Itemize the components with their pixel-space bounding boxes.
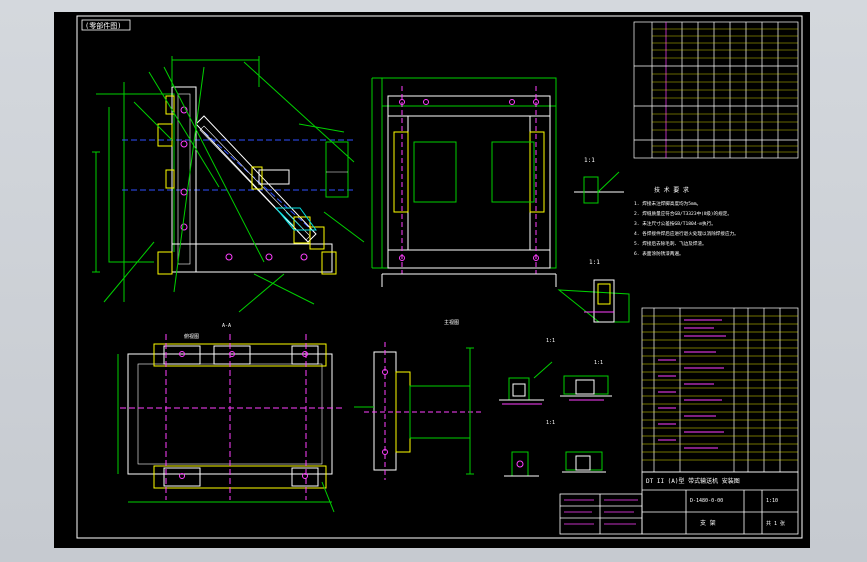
title-block-sheet: 共 1 张	[766, 520, 785, 527]
view-label-mid: 主视图	[444, 319, 459, 326]
drawing-canvas: (零部件图) 1:1 技 术 要 求 1. 焊接未注焊脚高度均为5mm。 2. …	[76, 15, 803, 539]
tech-req-line: 5. 焊接后去除毛刺、飞边及焊渣。	[634, 240, 707, 247]
view-label-left: A-A	[222, 323, 231, 329]
spec-table-top-rows	[652, 28, 798, 153]
tech-req-line: 2. 焊缝质量应符合GB/T3323中(Ⅱ级)的规定。	[634, 210, 732, 217]
detail-label-3: 1:1	[546, 338, 555, 344]
detail-label-2: 1:1	[589, 259, 600, 266]
tech-req-line: 3. 未注尺寸公差按GB/T1804-m执行。	[634, 220, 716, 227]
tech-req-line: 4. 各焊接件焊后应进行退火处理以消除焊接应力。	[634, 230, 739, 237]
tech-requirements: 技 术 要 求 1. 焊接未注焊脚高度均为5mm。 2. 焊缝质量应符合GB/T…	[634, 186, 739, 257]
detail-label-4: 1:1	[594, 360, 603, 366]
title-block-title: DT II (A)型 带式输送机 安装图	[646, 477, 740, 485]
drawing-sheet[interactable]: (零部件图) 1:1 技 术 要 求 1. 焊接未注焊脚高度均为5mm。 2. …	[54, 12, 810, 548]
top-view	[117, 334, 344, 513]
side-view	[354, 342, 484, 480]
title-block-scale: 1:10	[766, 498, 778, 504]
main-view	[92, 56, 365, 313]
tech-req-line: 1. 焊接未注焊脚高度均为5mm。	[634, 200, 701, 207]
tech-req-line: 6. 表面涂防锈漆两遍。	[634, 250, 684, 257]
drawing-tag: (零部件图)	[85, 21, 121, 30]
detail-views-bottom: 1:1 1:1 1:1	[499, 338, 612, 477]
title-block-name: 支 架	[700, 519, 716, 527]
title-block-stamp-text	[564, 499, 638, 525]
cad-viewer: (零部件图) 1:1 技 术 要 求 1. 焊接未注焊脚高度均为5mm。 2. …	[0, 0, 867, 562]
view-label-bottom: 俯视图	[184, 333, 199, 340]
parts-list-rows	[642, 315, 798, 461]
parts-list-text	[658, 319, 726, 449]
parts-list	[641, 307, 799, 473]
detail-view-2: 1:1	[557, 259, 630, 323]
tech-req-title: 技 术 要 求	[654, 186, 689, 194]
detail-label-1: 1:1	[584, 157, 595, 164]
front-view	[371, 77, 557, 287]
detail-label-5: 1:1	[546, 420, 555, 426]
title-block-code: D-1480-0-00	[690, 498, 723, 504]
detail-view-1: 1:1	[574, 157, 624, 204]
